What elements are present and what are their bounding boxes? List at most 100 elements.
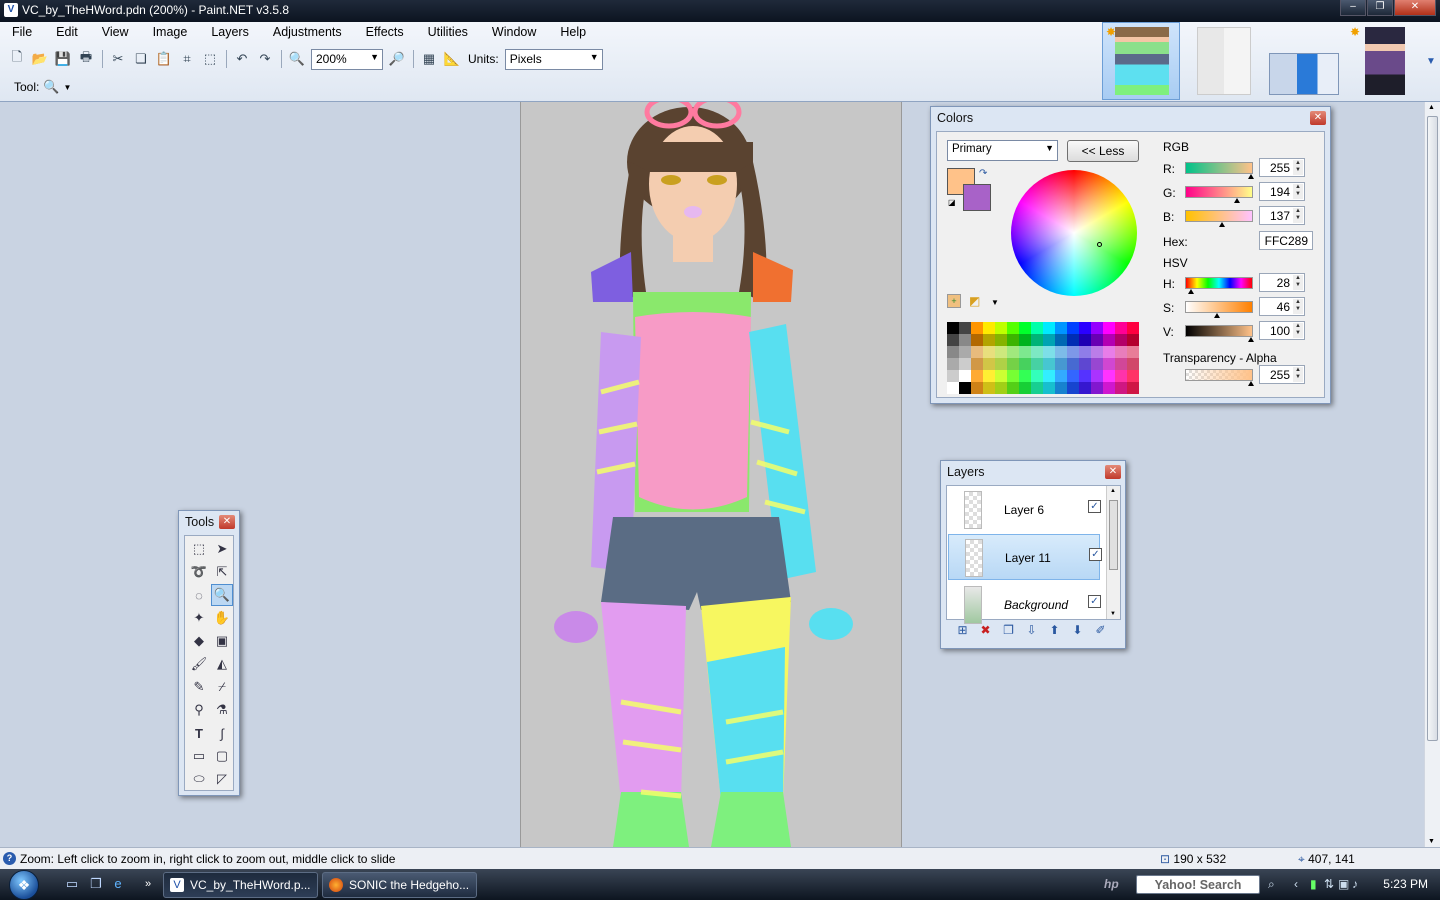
palette-swatch[interactable] [1091, 346, 1103, 358]
palette-swatch[interactable] [983, 334, 995, 346]
layer-properties-icon[interactable]: ✐ [1089, 623, 1112, 637]
image-thumbnail-3[interactable] [1264, 22, 1342, 100]
menu-effects[interactable]: Effects [354, 22, 416, 44]
palette-swatch[interactable] [971, 346, 983, 358]
grid-icon[interactable]: ▦ [420, 50, 438, 68]
current-tool-zoom-icon[interactable]: 🔍 [43, 79, 59, 95]
v-slider[interactable] [1185, 325, 1254, 342]
palette-swatch[interactable] [947, 346, 959, 358]
color-mode-dropdown[interactable]: Primary ▼ [947, 140, 1058, 161]
spinner-icon[interactable]: ▲ ▼ [1293, 160, 1303, 175]
palette-swatch[interactable] [1103, 382, 1115, 394]
palette-swatch[interactable] [1031, 346, 1043, 358]
thumbnail-scroll-icon[interactable]: ▼ [1426, 56, 1436, 67]
palette-swatch[interactable] [1019, 382, 1031, 394]
palette-swatch[interactable] [1067, 322, 1079, 334]
palette-swatch[interactable] [1127, 382, 1139, 394]
move-up-icon[interactable]: ⬆ [1043, 623, 1066, 637]
zoom-out-icon[interactable]: 🔍 [288, 50, 306, 68]
r-slider[interactable] [1185, 162, 1254, 179]
minimize-button[interactable]: – [1340, 0, 1366, 16]
alpha-slider-knob[interactable] [1248, 381, 1254, 386]
palette-swatch[interactable] [983, 346, 995, 358]
g-slider[interactable] [1185, 186, 1253, 203]
palette-swatch[interactable] [947, 358, 959, 370]
b-input[interactable]: 137 ▲ ▼ [1259, 206, 1305, 225]
palette-swatch[interactable] [1079, 346, 1091, 358]
alpha-slider[interactable] [1185, 369, 1254, 386]
menu-layers[interactable]: Layers [199, 22, 261, 44]
image-canvas[interactable] [520, 102, 902, 847]
paintbrush-icon[interactable]: 🖌 [188, 653, 210, 675]
palette-swatch[interactable] [1055, 334, 1067, 346]
move-selected-pixels-icon[interactable]: ➤ [211, 538, 233, 560]
maximize-button[interactable]: ❐ [1367, 0, 1393, 16]
palette-swatch[interactable] [983, 358, 995, 370]
palette-swatch[interactable] [1091, 322, 1103, 334]
palette-swatch[interactable] [971, 322, 983, 334]
palette-swatch[interactable] [1127, 322, 1139, 334]
palette-swatch[interactable] [983, 382, 995, 394]
palette-swatch[interactable] [971, 370, 983, 382]
palette-swatch[interactable] [1031, 370, 1043, 382]
duplicate-layer-icon[interactable]: ❐ [997, 623, 1020, 637]
palette-swatch[interactable] [1127, 370, 1139, 382]
hex-input[interactable]: FFC289 [1259, 231, 1313, 250]
task-firefox[interactable]: SONIC the Hedgeho... [322, 872, 477, 898]
menu-window[interactable]: Window [480, 22, 548, 44]
start-button[interactable]: ❖ [9, 870, 39, 900]
r-slider-knob[interactable] [1248, 174, 1254, 179]
palette-swatch[interactable] [1007, 370, 1019, 382]
scroll-down-icon[interactable]: ▼ [1110, 611, 1116, 617]
eraser-icon[interactable]: ◭ [211, 653, 233, 675]
palette-swatch[interactable] [1079, 382, 1091, 394]
palette-swatch[interactable] [1019, 358, 1031, 370]
s-input[interactable]: 46 ▲ ▼ [1259, 297, 1305, 316]
redo-icon[interactable]: ↷ [256, 50, 274, 68]
layers-scrollbar[interactable]: ▲ ▼ [1106, 486, 1120, 619]
palette-swatch[interactable] [1127, 346, 1139, 358]
palette-swatch[interactable] [1055, 346, 1067, 358]
palette-swatch[interactable] [1103, 346, 1115, 358]
clock[interactable]: 5:23 PM [1383, 877, 1428, 891]
palette-swatch[interactable] [995, 322, 1007, 334]
b-slider[interactable] [1185, 210, 1253, 227]
palette-menu-icon[interactable]: ◩ [969, 294, 980, 308]
r-input[interactable]: 255 ▲ ▼ [1259, 158, 1305, 177]
text-icon[interactable]: T [188, 722, 210, 744]
palette-swatch[interactable] [1091, 382, 1103, 394]
palette-swatch[interactable] [1079, 370, 1091, 382]
switch-windows-icon[interactable]: ❐ [88, 877, 104, 891]
palette-swatch[interactable] [1091, 358, 1103, 370]
paste-icon[interactable]: 📋 [155, 50, 173, 68]
palette-swatch[interactable] [959, 322, 971, 334]
network-icon[interactable]: ⇅ [1324, 877, 1334, 891]
magic-wand-icon[interactable]: ✦ [188, 607, 210, 629]
deselect-icon[interactable]: ⬚ [201, 50, 219, 68]
palette-swatch[interactable] [947, 334, 959, 346]
s-slider-knob[interactable] [1214, 313, 1220, 318]
merge-down-icon[interactable]: ⇩ [1020, 623, 1043, 637]
volume-icon[interactable]: ♪ [1352, 877, 1358, 891]
layer-row-background[interactable]: Background ✓ [948, 582, 1101, 624]
ruler-icon[interactable]: 📐 [443, 50, 461, 68]
g-slider-knob[interactable] [1234, 198, 1240, 203]
palette-swatch[interactable] [947, 382, 959, 394]
alpha-input[interactable]: 255 ▲ ▼ [1259, 365, 1305, 384]
palette-swatch[interactable] [1019, 322, 1031, 334]
v-input[interactable]: 100 ▲ ▼ [1259, 321, 1305, 340]
swap-colors-icon[interactable]: ↷ [979, 168, 987, 179]
palette-swatch[interactable] [971, 334, 983, 346]
palette-swatch[interactable] [1067, 346, 1079, 358]
palette-swatch[interactable] [1103, 358, 1115, 370]
pencil-icon[interactable]: ✎ [188, 676, 210, 698]
palette-swatch[interactable] [983, 322, 995, 334]
palette-swatch[interactable] [995, 358, 1007, 370]
palette-swatch[interactable] [983, 370, 995, 382]
rectangle-select-icon[interactable]: ⬚ [188, 538, 210, 560]
menu-file[interactable]: File [0, 22, 44, 44]
palette-swatch[interactable] [959, 382, 971, 394]
palette-swatch[interactable] [1043, 322, 1055, 334]
open-icon[interactable]: 📂 [31, 50, 49, 68]
palette-swatch[interactable] [1055, 382, 1067, 394]
